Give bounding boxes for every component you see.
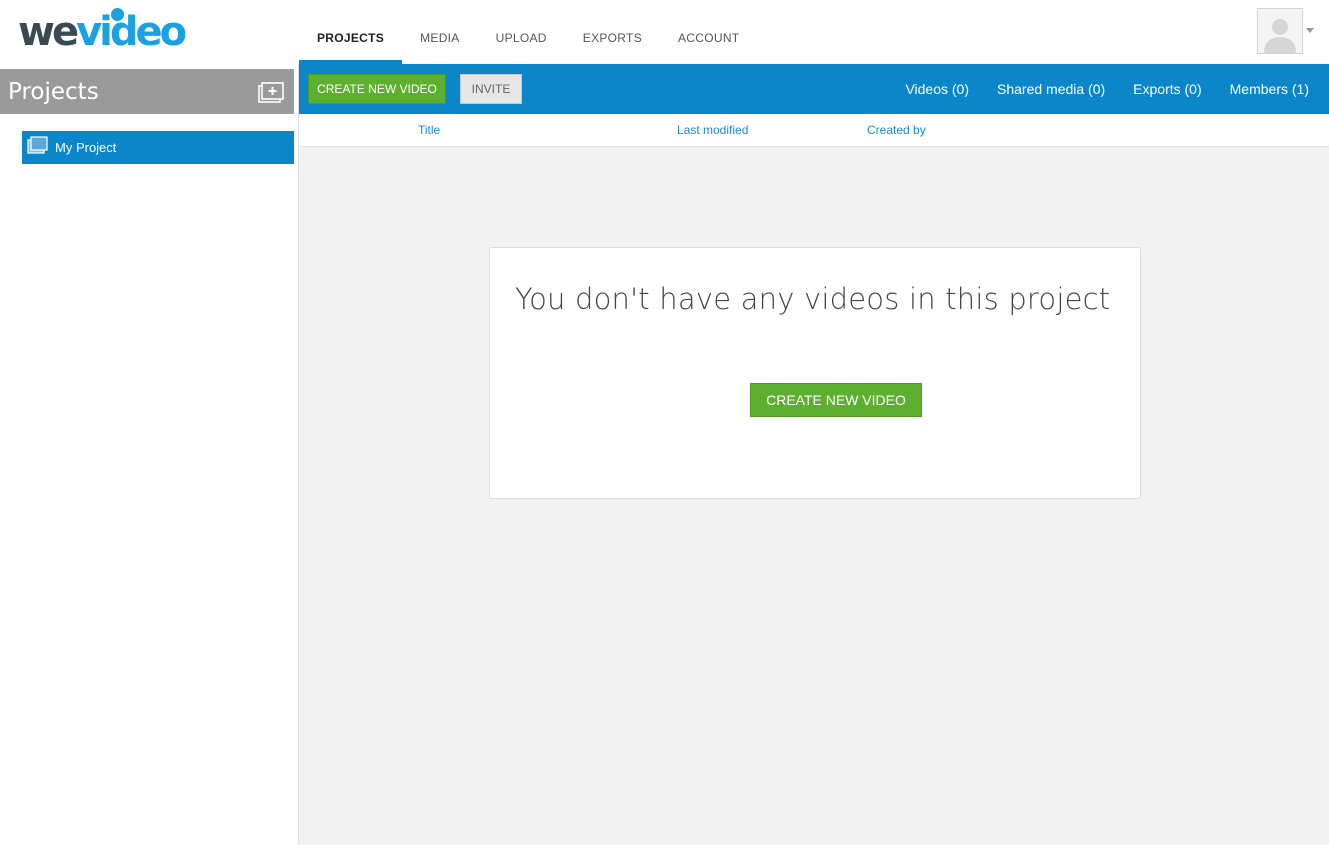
sidebar-item-my-project[interactable]: My Project (22, 131, 294, 164)
shared-media-link[interactable]: Shared media (0) (997, 81, 1105, 97)
create-new-video-big-button[interactable]: CREATE NEW VIDEO (750, 383, 922, 417)
sidebar: Projects My Project (0, 64, 299, 845)
tab-upload[interactable]: UPLOAD (478, 0, 565, 64)
user-avatar[interactable] (1257, 8, 1303, 54)
column-last-modified[interactable]: Last modified (677, 123, 748, 137)
tab-projects[interactable]: PROJECTS (299, 0, 403, 64)
column-created-by[interactable]: Created by (867, 123, 926, 137)
videos-link[interactable]: Videos (0) (905, 81, 969, 97)
tab-media[interactable]: MEDIA (402, 0, 478, 64)
video-list-area: You don't have any videos in this projec… (299, 147, 1329, 845)
tab-account[interactable]: ACCOUNT (660, 0, 757, 64)
invite-button[interactable]: INVITE (460, 74, 522, 104)
project-item-label: My Project (55, 140, 117, 155)
sidebar-title: Projects (8, 79, 99, 105)
column-title[interactable]: Title (418, 123, 440, 137)
create-new-video-button[interactable]: CREATE NEW VIDEO (308, 74, 446, 104)
main-nav: PROJECTS MEDIA UPLOAD EXPORTS ACCOUNT (299, 0, 757, 64)
add-project-icon[interactable] (258, 81, 284, 105)
user-silhouette-icon (1264, 19, 1296, 53)
top-header: wevideo PROJECTS MEDIA UPLOAD EXPORTS AC… (0, 0, 1329, 64)
wevideo-logo[interactable]: wevideo (18, 6, 187, 55)
project-toolbar: CREATE NEW VIDEO INVITE Videos (0) Share… (299, 64, 1329, 114)
members-link[interactable]: Members (1) (1230, 81, 1309, 97)
empty-state-message: You don't have any videos in this projec… (515, 282, 1111, 316)
logo-dot (111, 8, 124, 21)
tab-exports[interactable]: EXPORTS (565, 0, 660, 64)
toolbar-links: Videos (0) Shared media (0) Exports (0) … (877, 64, 1309, 114)
logo-we: we (18, 9, 79, 55)
empty-state-card: You don't have any videos in this projec… (489, 247, 1141, 499)
exports-link[interactable]: Exports (0) (1133, 81, 1201, 97)
project-folder-icon (27, 135, 49, 160)
chevron-down-icon[interactable] (1306, 28, 1314, 33)
column-headers: Title Last modified Created by (299, 114, 1329, 147)
sidebar-header: Projects (0, 69, 294, 114)
logo-video: video (76, 9, 187, 55)
